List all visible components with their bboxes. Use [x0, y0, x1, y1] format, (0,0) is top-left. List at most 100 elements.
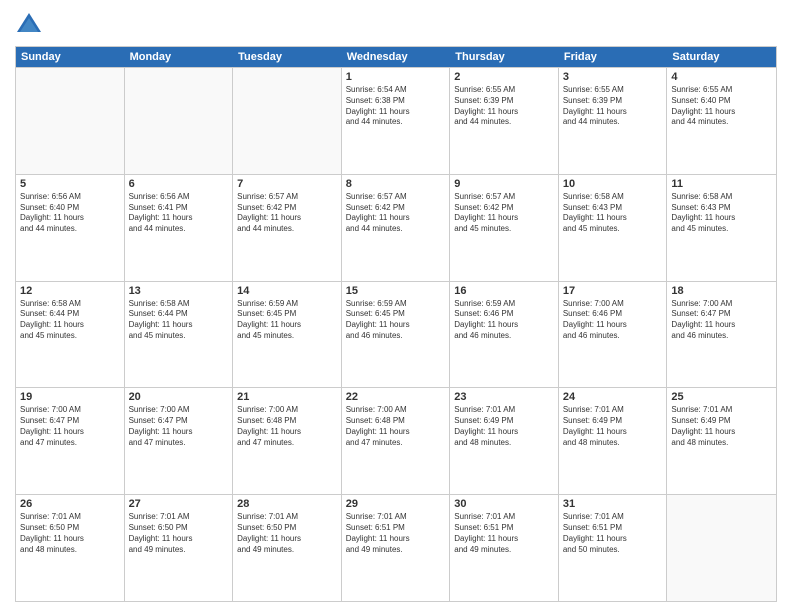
calendar-row-4: 26 Sunrise: 7:01 AMSunset: 6:50 PMDayligh… — [16, 494, 776, 601]
calendar-cell-31: 31 Sunrise: 7:01 AMSunset: 6:51 PMDayligh… — [559, 495, 668, 601]
calendar-cell-7: 7Sunrise: 6:57 AMSunset: 6:42 PMDaylight… — [233, 175, 342, 281]
calendar-cell-18: 18Sunrise: 7:00 AMSunset: 6:47 PMDayligh… — [667, 282, 776, 388]
day-number: 5 — [20, 178, 120, 190]
calendar-cell-2: 2 Sunrise: 6:55 AMSunset: 6:39 PMDaylight… — [450, 68, 559, 174]
calendar-header: SundayMondayTuesdayWednesdayThursdayFrid… — [16, 47, 776, 67]
day-number: 24 — [563, 391, 663, 403]
calendar-row-3: 19 Sunrise: 7:00 AMSunset: 6:47 PMDayligh… — [16, 387, 776, 494]
day-info: Sunrise: 7:00 AMSunset: 6:46 PMDaylight:… — [563, 299, 663, 342]
day-number: 30 — [454, 498, 554, 510]
day-info: Sunrise: 7:00 AMSunset: 6:47 PMDaylight:… — [129, 405, 229, 448]
day-number: 26 — [20, 498, 120, 510]
day-number: 15 — [346, 285, 446, 297]
calendar-cell-empty-0-1 — [125, 68, 234, 174]
day-info: Sunrise: 7:01 AMSunset: 6:50 PMDaylight:… — [237, 512, 337, 555]
calendar-cell-30: 30 Sunrise: 7:01 AMSunset: 6:51 PMDayligh… — [450, 495, 559, 601]
day-info: Sunrise: 7:01 AMSunset: 6:51 PMDaylight:… — [454, 512, 554, 555]
calendar-cell-28: 28 Sunrise: 7:01 AMSunset: 6:50 PMDayligh… — [233, 495, 342, 601]
day-info: Sunrise: 7:00 AMSunset: 6:47 PMDaylight:… — [20, 405, 120, 448]
day-number: 31 — [563, 498, 663, 510]
header-day-monday: Monday — [125, 47, 234, 67]
calendar-cell-11: 11 Sunrise: 6:58 AMSunset: 6:43 PMDayligh… — [667, 175, 776, 281]
calendar-cell-26: 26 Sunrise: 7:01 AMSunset: 6:50 PMDayligh… — [16, 495, 125, 601]
day-info: Sunrise: 6:57 AMSunset: 6:42 PMDaylight:… — [454, 192, 554, 235]
calendar-cell-20: 20 Sunrise: 7:00 AMSunset: 6:47 PMDayligh… — [125, 388, 234, 494]
day-info: Sunrise: 7:01 AMSunset: 6:49 PMDaylight:… — [671, 405, 772, 448]
calendar-cell-22: 22Sunrise: 7:00 AMSunset: 6:48 PMDayligh… — [342, 388, 451, 494]
calendar-cell-19: 19 Sunrise: 7:00 AMSunset: 6:47 PMDayligh… — [16, 388, 125, 494]
day-number: 10 — [563, 178, 663, 190]
day-info: Sunrise: 6:56 AMSunset: 6:41 PMDaylight:… — [129, 192, 229, 235]
header — [15, 10, 777, 38]
day-info: Sunrise: 6:58 AMSunset: 6:43 PMDaylight:… — [563, 192, 663, 235]
day-info: Sunrise: 6:58 AMSunset: 6:44 PMDaylight:… — [20, 299, 120, 342]
day-number: 19 — [20, 391, 120, 403]
day-info: Sunrise: 7:01 AMSunset: 6:51 PMDaylight:… — [563, 512, 663, 555]
day-info: Sunrise: 6:58 AMSunset: 6:43 PMDaylight:… — [671, 192, 772, 235]
calendar-cell-5: 5 Sunrise: 6:56 AMSunset: 6:40 PMDaylight… — [16, 175, 125, 281]
day-info: Sunrise: 7:01 AMSunset: 6:50 PMDaylight:… — [129, 512, 229, 555]
day-info: Sunrise: 6:55 AMSunset: 6:39 PMDaylight:… — [454, 85, 554, 128]
logo — [15, 10, 47, 38]
page: SundayMondayTuesdayWednesdayThursdayFrid… — [0, 0, 792, 612]
day-number: 21 — [237, 391, 337, 403]
calendar-cell-6: 6 Sunrise: 6:56 AMSunset: 6:41 PMDaylight… — [125, 175, 234, 281]
day-number: 8 — [346, 178, 446, 190]
header-day-saturday: Saturday — [667, 47, 776, 67]
day-number: 17 — [563, 285, 663, 297]
calendar-row-0: 1 Sunrise: 6:54 AMSunset: 6:38 PMDaylight… — [16, 67, 776, 174]
calendar-cell-29: 29 Sunrise: 7:01 AMSunset: 6:51 PMDayligh… — [342, 495, 451, 601]
day-info: Sunrise: 7:01 AMSunset: 6:49 PMDaylight:… — [563, 405, 663, 448]
calendar-cell-empty-0-2 — [233, 68, 342, 174]
day-info: Sunrise: 7:01 AMSunset: 6:51 PMDaylight:… — [346, 512, 446, 555]
calendar-cell-25: 25Sunrise: 7:01 AMSunset: 6:49 PMDayligh… — [667, 388, 776, 494]
day-info: Sunrise: 7:00 AMSunset: 6:48 PMDaylight:… — [237, 405, 337, 448]
calendar-cell-14: 14Sunrise: 6:59 AMSunset: 6:45 PMDayligh… — [233, 282, 342, 388]
day-number: 27 — [129, 498, 229, 510]
day-info: Sunrise: 6:58 AMSunset: 6:44 PMDaylight:… — [129, 299, 229, 342]
calendar-cell-21: 21 Sunrise: 7:00 AMSunset: 6:48 PMDayligh… — [233, 388, 342, 494]
calendar-cell-empty-0-0 — [16, 68, 125, 174]
day-info: Sunrise: 6:56 AMSunset: 6:40 PMDaylight:… — [20, 192, 120, 235]
calendar-cell-17: 17 Sunrise: 7:00 AMSunset: 6:46 PMDayligh… — [559, 282, 668, 388]
day-info: Sunrise: 7:01 AMSunset: 6:50 PMDaylight:… — [20, 512, 120, 555]
day-number: 20 — [129, 391, 229, 403]
day-number: 7 — [237, 178, 337, 190]
day-number: 29 — [346, 498, 446, 510]
day-number: 2 — [454, 71, 554, 83]
header-day-thursday: Thursday — [450, 47, 559, 67]
day-number: 12 — [20, 285, 120, 297]
calendar-cell-23: 23 Sunrise: 7:01 AMSunset: 6:49 PMDayligh… — [450, 388, 559, 494]
day-number: 16 — [454, 285, 554, 297]
day-info: Sunrise: 7:01 AMSunset: 6:49 PMDaylight:… — [454, 405, 554, 448]
calendar-row-2: 12 Sunrise: 6:58 AMSunset: 6:44 PMDayligh… — [16, 281, 776, 388]
calendar-cell-13: 13 Sunrise: 6:58 AMSunset: 6:44 PMDayligh… — [125, 282, 234, 388]
day-number: 6 — [129, 178, 229, 190]
header-day-wednesday: Wednesday — [342, 47, 451, 67]
day-info: Sunrise: 6:55 AMSunset: 6:40 PMDaylight:… — [671, 85, 772, 128]
day-info: Sunrise: 7:00 AMSunset: 6:48 PMDaylight:… — [346, 405, 446, 448]
calendar-cell-1: 1 Sunrise: 6:54 AMSunset: 6:38 PMDaylight… — [342, 68, 451, 174]
calendar-cell-empty-4-6 — [667, 495, 776, 601]
calendar: SundayMondayTuesdayWednesdayThursdayFrid… — [15, 46, 777, 602]
header-day-friday: Friday — [559, 47, 668, 67]
day-number: 13 — [129, 285, 229, 297]
calendar-cell-9: 9Sunrise: 6:57 AMSunset: 6:42 PMDaylight… — [450, 175, 559, 281]
day-number: 11 — [671, 178, 772, 190]
calendar-cell-15: 15 Sunrise: 6:59 AMSunset: 6:45 PMDayligh… — [342, 282, 451, 388]
day-info: Sunrise: 6:54 AMSunset: 6:38 PMDaylight:… — [346, 85, 446, 128]
day-info: Sunrise: 7:00 AMSunset: 6:47 PMDaylight:… — [671, 299, 772, 342]
day-info: Sunrise: 6:59 AMSunset: 6:45 PMDaylight:… — [237, 299, 337, 342]
day-info: Sunrise: 6:59 AMSunset: 6:45 PMDaylight:… — [346, 299, 446, 342]
day-number: 23 — [454, 391, 554, 403]
day-number: 1 — [346, 71, 446, 83]
day-info: Sunrise: 6:59 AMSunset: 6:46 PMDaylight:… — [454, 299, 554, 342]
calendar-cell-3: 3Sunrise: 6:55 AMSunset: 6:39 PMDaylight… — [559, 68, 668, 174]
header-day-tuesday: Tuesday — [233, 47, 342, 67]
day-number: 4 — [671, 71, 772, 83]
calendar-cell-10: 10 Sunrise: 6:58 AMSunset: 6:43 PMDayligh… — [559, 175, 668, 281]
calendar-body: 1 Sunrise: 6:54 AMSunset: 6:38 PMDaylight… — [16, 67, 776, 601]
day-info: Sunrise: 6:57 AMSunset: 6:42 PMDaylight:… — [346, 192, 446, 235]
calendar-cell-24: 24 Sunrise: 7:01 AMSunset: 6:49 PMDayligh… — [559, 388, 668, 494]
day-number: 28 — [237, 498, 337, 510]
